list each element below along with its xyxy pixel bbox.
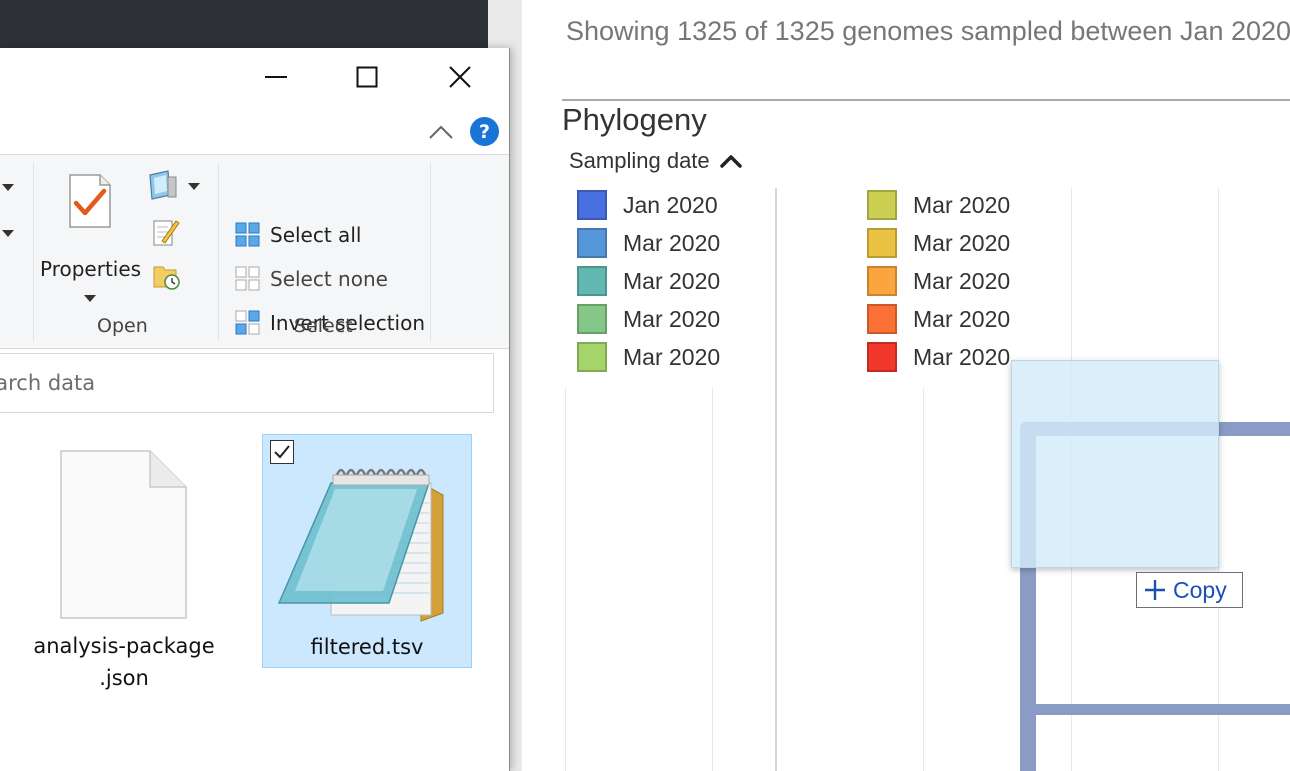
legend-label: Mar 2020 xyxy=(913,305,1011,332)
select-all-icon xyxy=(235,222,260,247)
history-button[interactable] xyxy=(152,261,182,295)
chevron-up-icon xyxy=(719,155,742,168)
maximize-icon xyxy=(356,66,378,88)
legend-swatch xyxy=(577,304,607,334)
legend-swatch xyxy=(867,342,897,372)
legend-swatch xyxy=(577,190,607,220)
minimize-icon xyxy=(265,76,287,78)
drag-preview xyxy=(1011,360,1219,568)
open-with-icon xyxy=(149,170,177,200)
dropdown-arrow-icon[interactable] xyxy=(2,223,14,242)
drag-copy-tooltip: Copy xyxy=(1136,572,1243,608)
legend-label: Mar 2020 xyxy=(623,305,721,332)
legend-swatch xyxy=(867,266,897,296)
dropdown-arrow-icon xyxy=(188,183,200,190)
legend-item[interactable]: Mar 2020 xyxy=(577,228,720,258)
dropdown-arrow-icon xyxy=(84,295,96,302)
divider xyxy=(562,99,1290,101)
chevron-up-icon xyxy=(429,125,453,139)
edit-button[interactable] xyxy=(152,217,180,251)
minimize-button[interactable] xyxy=(246,48,306,106)
legend-label: Mar 2020 xyxy=(913,191,1011,218)
legend-item[interactable]: Jan 2020 xyxy=(577,190,718,220)
notepad-icon xyxy=(277,468,444,622)
legend-label: Mar 2020 xyxy=(623,343,721,370)
copy-tooltip-label: Copy xyxy=(1173,576,1227,603)
legend-swatch xyxy=(577,228,607,258)
grid-line xyxy=(775,188,777,771)
file-item-filtered-tsv[interactable]: filtered.tsv xyxy=(262,434,472,668)
properties-button[interactable]: Properties xyxy=(40,169,142,302)
select-none-label: Select none xyxy=(270,266,388,291)
grid-line xyxy=(712,388,713,771)
legend-swatch xyxy=(867,228,897,258)
legend-label: Mar 2020 xyxy=(623,267,721,294)
legend-label: Mar 2020 xyxy=(913,343,1011,370)
panel-title: Phylogeny xyxy=(562,102,707,137)
grid-line xyxy=(923,388,924,771)
grid-line xyxy=(565,388,566,771)
legend-swatch xyxy=(577,266,607,296)
legend-label: Jan 2020 xyxy=(623,191,718,218)
page-header-bar xyxy=(0,0,488,48)
plus-icon xyxy=(1145,580,1165,600)
legend-swatch xyxy=(577,342,607,372)
file-name-extension: .json xyxy=(99,666,149,690)
legend-item[interactable]: Mar 2020 xyxy=(577,304,720,334)
open-with-button[interactable] xyxy=(146,169,200,205)
legend-item[interactable]: Mar 2020 xyxy=(867,342,1010,372)
dropdown-arrow-icon[interactable] xyxy=(2,177,14,196)
file-explorer-window: ? Properties Open Select all Select none… xyxy=(0,48,510,771)
legend-toggle[interactable]: Sampling date xyxy=(569,148,742,174)
close-button[interactable] xyxy=(430,48,490,106)
legend-label: Mar 2020 xyxy=(913,267,1011,294)
help-icon: ? xyxy=(479,121,490,143)
ribbon-tabs-row: ? xyxy=(0,108,509,154)
window-titlebar[interactable] xyxy=(0,48,509,108)
file-name: analysis-package xyxy=(33,634,215,658)
ribbon-separator xyxy=(33,163,34,341)
legend-swatch xyxy=(867,304,897,334)
blank-file-icon xyxy=(60,450,187,619)
select-all-button[interactable]: Select all xyxy=(235,222,361,247)
legend-label: Mar 2020 xyxy=(913,229,1011,256)
legend-item[interactable]: Mar 2020 xyxy=(577,266,720,296)
select-none-icon xyxy=(235,266,260,291)
legend-item[interactable]: Mar 2020 xyxy=(867,304,1010,334)
ribbon-separator xyxy=(218,163,219,341)
history-icon xyxy=(153,266,180,290)
legend-item[interactable]: Mar 2020 xyxy=(577,342,720,372)
tree-branch[interactable] xyxy=(1020,704,1290,715)
select-all-label: Select all xyxy=(270,222,362,247)
ribbon: Properties Open Select all Select none I… xyxy=(0,154,509,349)
legend-item[interactable]: Mar 2020 xyxy=(867,228,1010,258)
search-input[interactable] xyxy=(0,354,493,412)
file-name: filtered.tsv xyxy=(310,635,424,659)
legend-item[interactable]: Mar 2020 xyxy=(867,190,1010,220)
search-box[interactable] xyxy=(0,353,494,413)
select-none-button[interactable]: Select none xyxy=(235,266,388,291)
maximize-button[interactable] xyxy=(337,48,397,106)
open-group-label: Open xyxy=(97,315,148,337)
legend-label: Mar 2020 xyxy=(623,229,721,256)
file-item-analysis-package[interactable]: analysis-package .json xyxy=(24,440,224,696)
collapse-ribbon-button[interactable] xyxy=(428,119,454,145)
help-button[interactable]: ? xyxy=(470,117,499,146)
edit-icon xyxy=(153,220,180,246)
properties-label: Properties xyxy=(40,257,142,281)
dataset-summary: Showing 1325 of 1325 genomes sampled bet… xyxy=(566,16,1290,46)
close-icon xyxy=(449,66,471,88)
invert-selection-icon xyxy=(235,310,260,335)
legend-swatch xyxy=(867,190,897,220)
legend-item[interactable]: Mar 2020 xyxy=(867,266,1010,296)
properties-icon xyxy=(69,174,111,228)
legend-toggle-label: Sampling date xyxy=(569,148,710,173)
select-group-label: Select xyxy=(294,315,353,337)
ribbon-separator xyxy=(430,163,431,341)
svg-text:?: ? xyxy=(479,121,490,143)
